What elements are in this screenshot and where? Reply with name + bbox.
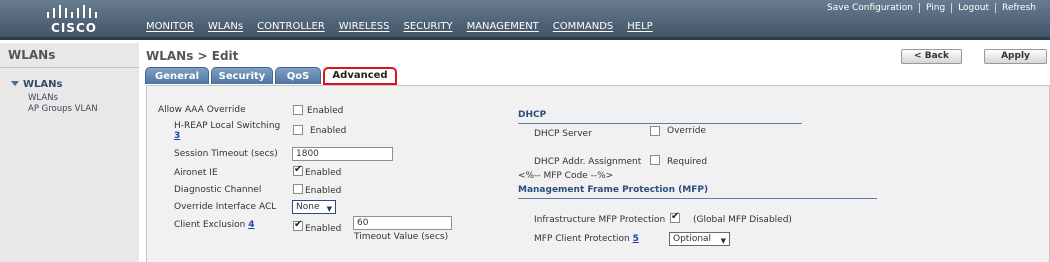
hreap-label: H-REAP Local Switching (174, 121, 281, 131)
cisco-logo-bars-icon (47, 5, 97, 18)
apply-button[interactable]: Apply (984, 49, 1047, 64)
logo-text: CISCO (51, 21, 97, 35)
sidebar-group-label: WLANs (23, 79, 63, 90)
aironet-ie-label: Aironet IE (174, 168, 218, 178)
dhcp-server-checkbox[interactable] (650, 126, 660, 136)
infra-mfp-checkbox[interactable] (670, 211, 680, 223)
dhcp-section-title: DHCP (518, 110, 547, 120)
diagnostic-channel-option: Enabled (305, 186, 342, 196)
dhcp-assignment-label: DHCP Addr. Assignment (534, 157, 642, 167)
sidebar-item-wlans[interactable]: WLANs (28, 93, 58, 103)
override-acl-value: None (296, 202, 320, 212)
menu-management[interactable]: MANAGEMENT (467, 21, 539, 32)
cisco-logo: CISCO (44, 4, 104, 36)
dhcp-section-divider (518, 123, 802, 124)
menu-wireless[interactable]: WIRELESS (339, 21, 390, 32)
aironet-ie-option: Enabled (305, 168, 342, 178)
mfp-section-title: Management Frame Protection (MFP) (518, 185, 709, 195)
aaa-override-checkbox[interactable] (293, 105, 303, 115)
mfp-client-select[interactable]: Optional ▼ (669, 232, 730, 246)
dhcp-server-label: DHCP Server (534, 129, 592, 139)
menu-help[interactable]: HELP (627, 21, 652, 32)
sidebar: WLANs WLANs WLANs AP Groups VLAN (0, 43, 139, 262)
mfp-section-divider (518, 198, 877, 199)
back-button[interactable]: < Back (901, 49, 962, 64)
hreap-checkbox[interactable] (293, 125, 303, 135)
mfp-client-footnote-link[interactable]: 5 (633, 234, 639, 244)
dhcp-server-option: Override (667, 126, 706, 136)
save-configuration-link[interactable]: Save Configuration (821, 3, 919, 13)
override-acl-select[interactable]: None ▼ (292, 200, 336, 214)
hreap-footnote-link[interactable]: 3 (174, 131, 180, 141)
dropdown-arrow-icon: ▼ (326, 205, 332, 213)
menu-security[interactable]: SECURITY (403, 21, 452, 32)
main-menu: MONITOR WLANs CONTROLLER WIRELESS SECURI… (146, 21, 667, 32)
dhcp-assignment-option: Required (667, 157, 708, 167)
aironet-ie-checkbox[interactable] (293, 164, 303, 176)
top-links: Save Configuration Ping Logout Refresh (821, 3, 1042, 13)
menu-monitor[interactable]: MONITOR (146, 21, 194, 32)
dropdown-arrow-icon: ▼ (720, 237, 726, 245)
infra-mfp-label: Infrastructure MFP Protection (534, 215, 666, 225)
diagnostic-channel-checkbox[interactable] (293, 184, 303, 194)
tab-advanced[interactable]: Advanced (323, 67, 397, 85)
menu-controller[interactable]: CONTROLLER (257, 21, 325, 32)
override-acl-label: Override Interface ACL (174, 202, 277, 212)
sidebar-item-ap-groups-vlan[interactable]: AP Groups VLAN (28, 104, 98, 114)
dhcp-assignment-checkbox[interactable] (650, 155, 660, 165)
tab-bar: General Security QoS Advanced (145, 67, 399, 85)
tab-security[interactable]: Security (211, 67, 273, 84)
sidebar-divider (0, 67, 139, 68)
mfp-client-value: Optional (673, 234, 712, 244)
sidebar-title: WLANs (8, 48, 56, 62)
expand-triangle-icon (11, 81, 19, 86)
mfp-code-comment: <%-- MFP Code --%> (518, 171, 614, 181)
menu-commands[interactable]: COMMANDS (553, 21, 613, 32)
session-timeout-input[interactable]: 1800 (292, 147, 393, 161)
client-exclusion-option: Enabled (305, 224, 342, 234)
aaa-override-label: Allow AAA Override (158, 105, 246, 115)
menu-wlans[interactable]: WLANs (208, 21, 243, 32)
client-exclusion-label: Client Exclusion 4 (174, 220, 254, 230)
client-exclusion-text: Client Exclusion (174, 220, 246, 230)
mfp-client-text: MFP Client Protection (534, 234, 630, 244)
advanced-panel: Allow AAA Override Enabled H-REAP Local … (146, 85, 1050, 262)
logout-link[interactable]: Logout (951, 3, 995, 13)
infra-mfp-note: (Global MFP Disabled) (693, 215, 792, 225)
timeout-value-label: Timeout Value (secs) (354, 232, 449, 242)
main-content: WLANs > Edit < Back Apply General Securi… (139, 43, 1050, 262)
diagnostic-channel-label: Diagnostic Channel (174, 185, 262, 195)
timeout-value-input[interactable]: 60 (353, 216, 452, 230)
client-exclusion-footnote-link[interactable]: 4 (248, 220, 254, 230)
top-header: CISCO MONITOR WLANs CONTROLLER WIRELESS … (0, 0, 1050, 40)
aaa-override-option: Enabled (307, 106, 344, 116)
tab-qos[interactable]: QoS (275, 67, 321, 84)
hreap-option: Enabled (310, 126, 347, 136)
sidebar-group-wlans[interactable]: WLANs (11, 79, 62, 90)
session-timeout-label: Session Timeout (secs) (174, 149, 278, 159)
client-exclusion-checkbox[interactable] (293, 219, 303, 231)
page-title: WLANs > Edit (146, 49, 239, 63)
mfp-client-label: MFP Client Protection 5 (534, 234, 639, 244)
refresh-link[interactable]: Refresh (995, 3, 1042, 13)
tab-general[interactable]: General (145, 67, 209, 84)
ping-link[interactable]: Ping (919, 3, 951, 13)
